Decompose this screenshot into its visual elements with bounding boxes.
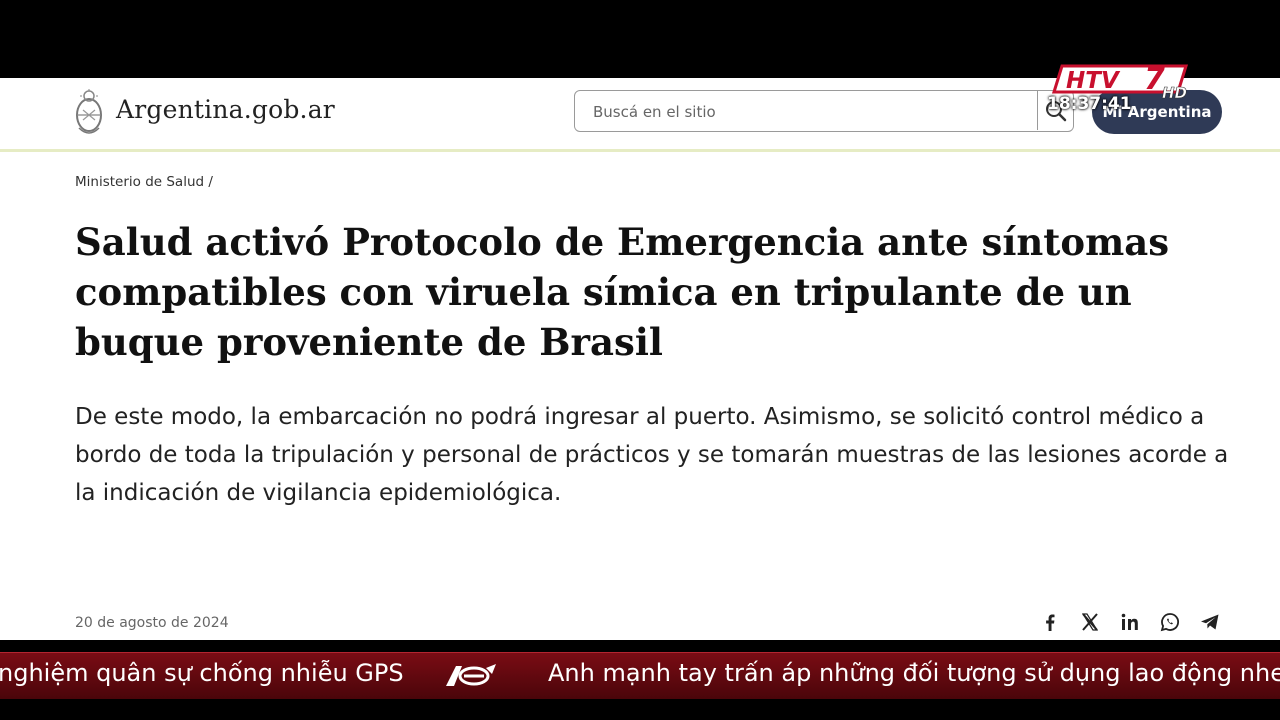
linkedin-icon[interactable] <box>1118 610 1142 634</box>
article-date: 20 de agosto de 2024 <box>75 615 229 631</box>
breadcrumb[interactable]: Ministerio de Salud / <box>75 174 213 190</box>
search-divider <box>1037 91 1038 130</box>
whatsapp-icon[interactable] <box>1158 610 1182 634</box>
svg-text:HTV: HTV <box>1066 68 1121 94</box>
telegram-icon[interactable] <box>1198 610 1222 634</box>
article-lead: De este modo, la embarcación no podrá in… <box>75 404 1229 506</box>
x-icon[interactable] <box>1078 610 1102 634</box>
broadcast-clock: 18:37:41 <box>1047 94 1132 114</box>
search-box <box>574 90 1074 132</box>
argentina-coat-of-arms-icon <box>76 89 102 134</box>
web-page: Argentina.gob.ar Mi Argentina Ministerio… <box>0 78 1280 640</box>
site-logo-text[interactable]: Argentina.gob.ar <box>116 95 335 124</box>
ticker-strip: nghiệm quân sự chống nhiễu GPS Anh mạnh … <box>0 652 1280 699</box>
news-ticker: nghiệm quân sự chống nhiễu GPS Anh mạnh … <box>0 640 1280 720</box>
svg-text:HD: HD <box>1162 84 1187 102</box>
ticker-headline-previous: nghiệm quân sự chống nhiễu GPS <box>0 659 404 687</box>
ticker-headline-current: Anh mạnh tay trấn áp những đối tượng sử … <box>548 659 1280 687</box>
facebook-icon[interactable] <box>1038 610 1062 634</box>
htv-ticker-logo-icon <box>446 664 496 686</box>
article-headline: Salud activó Protocolo de Emergencia ant… <box>75 220 1170 364</box>
search-input[interactable] <box>591 91 1015 132</box>
